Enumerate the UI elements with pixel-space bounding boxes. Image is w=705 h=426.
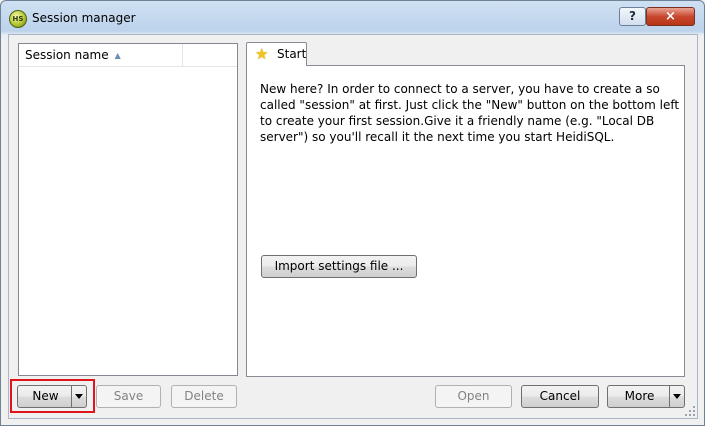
more-button[interactable]: More [607,385,685,408]
column-header-label: Session name [25,48,109,62]
save-button[interactable]: Save [96,385,161,408]
more-dropdown-arrow-icon[interactable] [669,386,684,407]
import-settings-button[interactable]: Import settings file ... [261,255,417,278]
resize-grip-icon[interactable] [683,404,697,418]
new-button-highlight [10,379,95,413]
session-list-header: Session name ▲ [19,44,237,67]
star-icon: ★ [255,45,269,63]
column-header-empty [183,44,237,66]
intro-text: New here? In order to connect to a serve… [260,82,680,144]
close-button[interactable]: × [646,7,695,26]
help-button[interactable]: ? [619,7,646,26]
sort-ascending-icon: ▲ [114,51,121,60]
column-header-session-name[interactable]: Session name ▲ [19,44,183,66]
tab-control: ★ Start New here? In order to connect to… [246,42,685,377]
tab-start[interactable]: ★ Start [246,42,307,66]
title-bar[interactable]: HS Session manager ? × [1,1,704,35]
session-list[interactable]: Session name ▲ [18,43,238,376]
tab-start-label: Start [277,47,307,61]
open-button[interactable]: Open [435,385,512,408]
more-button-label: More [624,389,655,403]
heidisql-app-icon: HS [9,10,27,28]
cancel-button[interactable]: Cancel [521,385,599,408]
delete-button[interactable]: Delete [171,385,237,408]
window-title: Session manager [32,11,136,25]
start-tab-page: New here? In order to connect to a serve… [246,65,685,377]
